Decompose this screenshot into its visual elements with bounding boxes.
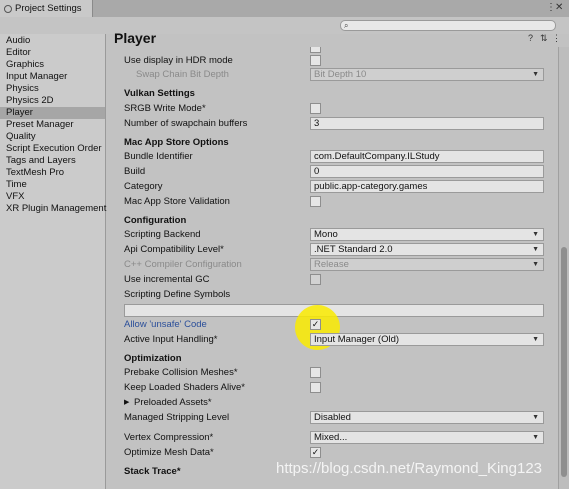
stripping-label: Managed Stripping Level [124, 412, 230, 423]
optimize-mesh-checkbox[interactable]: ✓ [310, 447, 321, 458]
keep-shaders-label: Keep Loaded Shaders Alive* [124, 382, 245, 393]
page-title: Player [114, 30, 157, 46]
sidebar-item-textmesh-pro[interactable]: TextMesh Pro [0, 167, 105, 179]
prebake-row: Prebake Collision Meshes* [124, 366, 552, 380]
unsafe-checkbox[interactable]: ✓ [310, 319, 321, 330]
vertex-row: Vertex Compression* Mixed... ▼ [124, 431, 552, 445]
sidebar-item-quality[interactable]: Quality [0, 131, 105, 143]
optimize-mesh-row: Optimize Mesh Data* ✓ [124, 446, 552, 460]
sidebar-item-player[interactable]: Player [0, 107, 105, 119]
sidebar-item-physics[interactable]: Physics [0, 83, 105, 95]
dropdown-arrow-icon: ▼ [532, 414, 539, 421]
sidebar-item-editor[interactable]: Editor [0, 47, 105, 59]
preloaded-row[interactable]: ▶ Preloaded Assets* [124, 396, 552, 410]
vertical-scrollbar[interactable] [558, 47, 569, 489]
opt-heading-row: Optimization [124, 352, 552, 366]
keep-shaders-checkbox[interactable] [310, 382, 321, 393]
sidebar-item-audio[interactable]: Audio [0, 35, 105, 47]
stripping-value: Disabled [314, 412, 351, 423]
stack-heading: Stack Trace* [124, 466, 181, 477]
close-window-button[interactable]: ✕ [555, 2, 563, 13]
sidebar-item-preset-manager[interactable]: Preset Manager [0, 119, 105, 131]
help-icon[interactable]: ? [528, 33, 533, 43]
player-header: Player ? ⇅ ⋮ [106, 29, 561, 47]
sidebar-item-physics-2d[interactable]: Physics 2D [0, 95, 105, 107]
preset-icon[interactable]: ⇅ [540, 33, 548, 44]
vertex-value: Mixed... [314, 432, 348, 443]
stripping-row: Managed Stripping Level Disabled ▼ [124, 411, 552, 425]
tab-title: Project Settings [15, 3, 82, 14]
window-titlebar: Project Settings ⋮ ✕ [0, 0, 569, 18]
prebake-checkbox[interactable] [310, 367, 321, 378]
opt-heading: Optimization [124, 353, 182, 364]
input-handling-label: Active Input Handling* [124, 334, 218, 345]
expand-arrow-icon[interactable]: ▶ [124, 396, 129, 410]
stripping-dropdown[interactable]: Disabled ▼ [310, 411, 544, 424]
settings-icon [4, 4, 12, 13]
project-settings-tab[interactable]: Project Settings [0, 0, 93, 17]
sidebar-item-script-execution-order[interactable]: Script Execution Order [0, 143, 105, 155]
watermark: https://blog.csdn.net/Raymond_King123 [276, 460, 543, 477]
unsafe-label: Allow 'unsafe' Code [124, 319, 207, 330]
sidebar-item-vfx[interactable]: VFX [0, 191, 105, 203]
player-settings-panel-lower: Allow 'unsafe' Code ✓ Active Input Handl… [106, 47, 558, 489]
sidebar-item-xr-plugin-management[interactable]: XR Plugin Management [0, 203, 106, 215]
sidebar-item-graphics[interactable]: Graphics [0, 59, 105, 71]
sidebar-item-input-manager[interactable]: Input Manager [0, 71, 105, 83]
dropdown-arrow-icon: ▼ [532, 336, 539, 343]
input-handling-dropdown[interactable]: Input Manager (Old) ▼ [310, 333, 544, 346]
prebake-label: Prebake Collision Meshes* [124, 367, 238, 378]
input-handling-row: Active Input Handling* Input Manager (Ol… [124, 333, 552, 347]
sidebar-item-time[interactable]: Time [0, 179, 105, 191]
optimize-mesh-label: Optimize Mesh Data* [124, 447, 214, 458]
settings-sidebar: Audio Editor Graphics Input Manager Phys… [0, 34, 106, 489]
vertex-dropdown[interactable]: Mixed... ▼ [310, 431, 544, 444]
input-handling-value: Input Manager (Old) [314, 334, 400, 345]
keep-shaders-row: Keep Loaded Shaders Alive* [124, 381, 552, 395]
unsafe-row: Allow 'unsafe' Code ✓ [124, 318, 552, 332]
vertex-label: Vertex Compression* [124, 432, 214, 443]
preloaded-label: Preloaded Assets* [134, 397, 212, 408]
dropdown-arrow-icon: ▼ [532, 434, 539, 441]
scrollbar-thumb[interactable] [561, 247, 567, 477]
more-menu-icon[interactable]: ⋮ [552, 33, 561, 44]
sidebar-item-tags-and-layers[interactable]: Tags and Layers [0, 155, 105, 167]
